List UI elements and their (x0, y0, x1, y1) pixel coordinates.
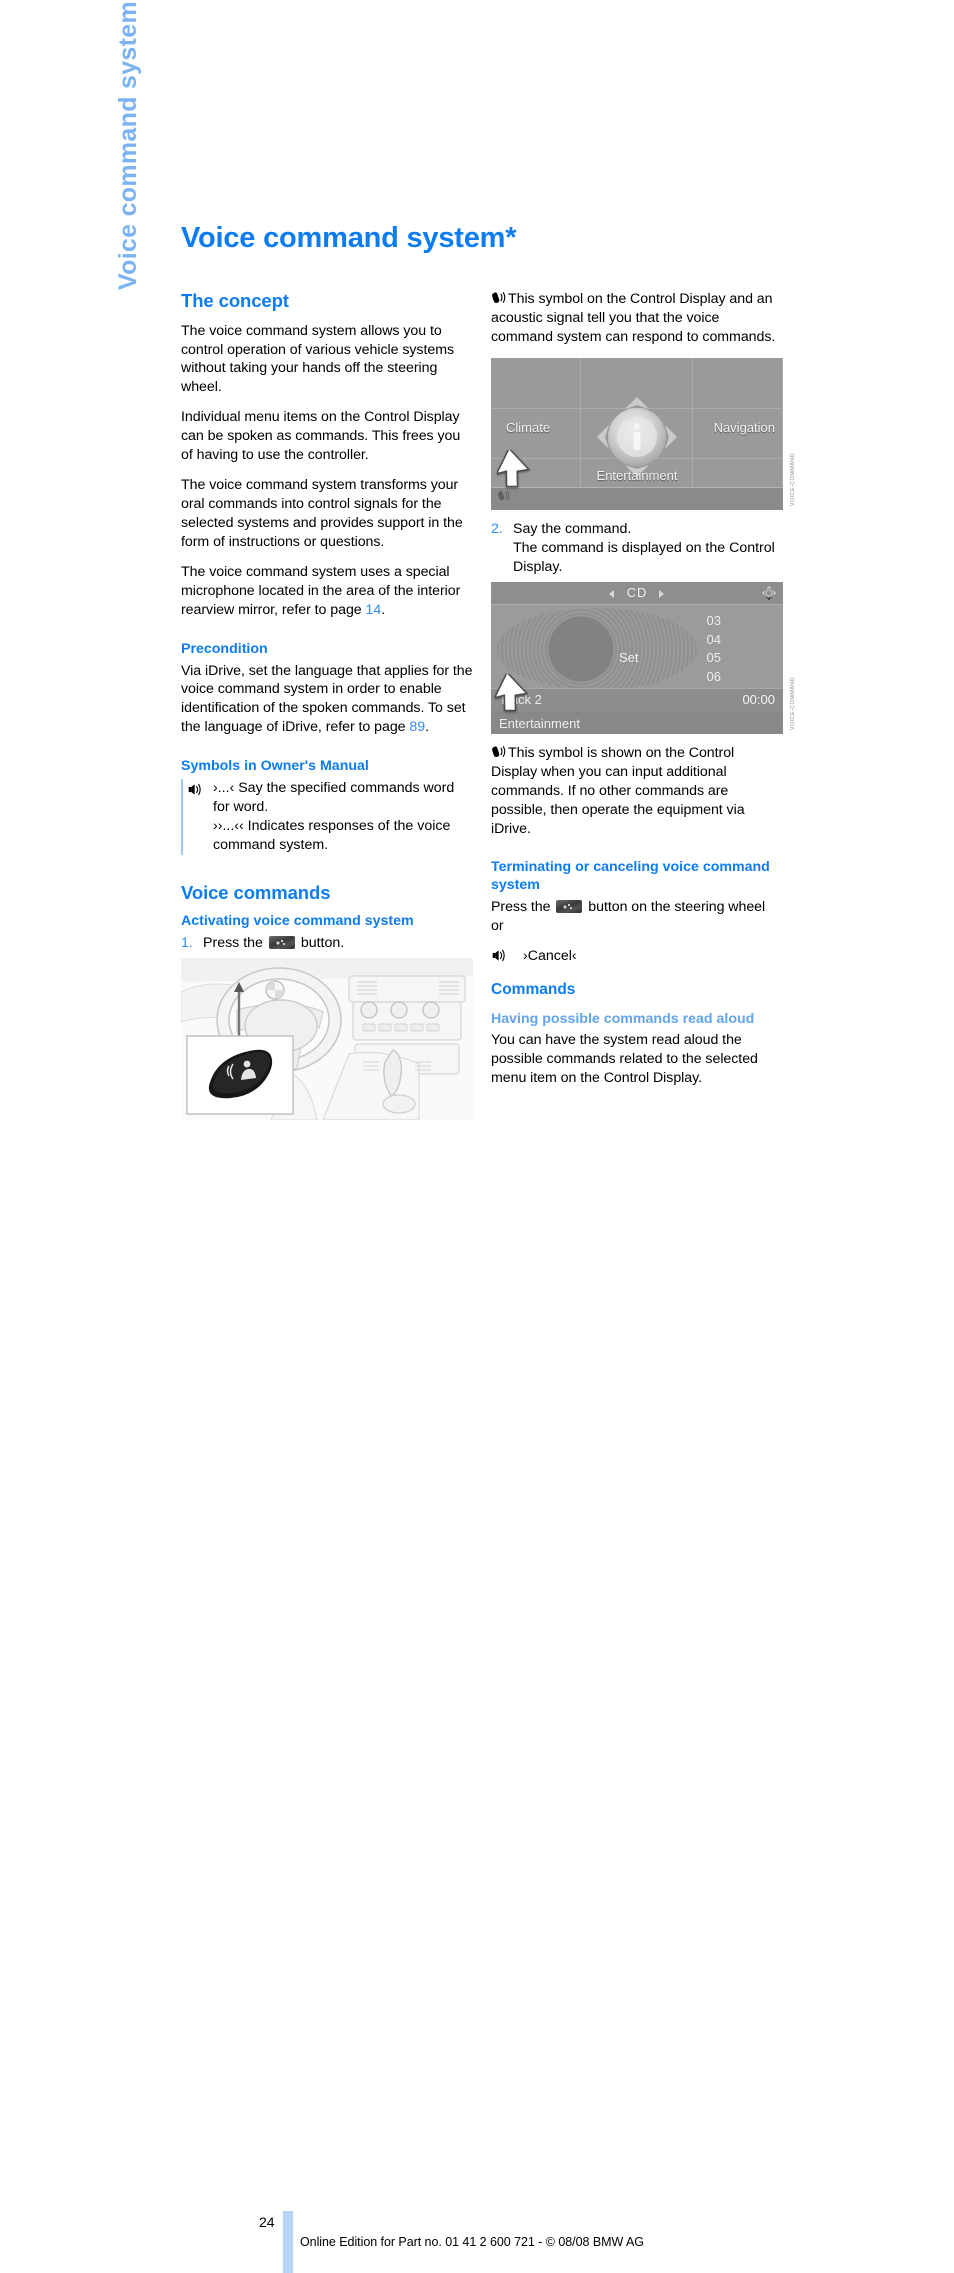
page-reference-14[interactable]: 14 (366, 602, 382, 618)
concept-paragraph-3: The voice command system transforms your… (181, 477, 463, 551)
step-1-text-before: Press the (203, 934, 267, 951)
idrive-screen: Climate Navigation Entertainment (491, 357, 783, 510)
terminating-or: or (491, 917, 504, 934)
section-heading-symbols-in-owners-manual: Symbols in Owner's Manual (181, 758, 369, 775)
precondition-paragraph: Via iDrive, set the language that applie… (181, 662, 473, 738)
step-1: 1. Press the button. (181, 934, 473, 953)
cancel-command-text: ›Cancel‹ (523, 947, 577, 964)
concept-paragraph-1: The voice command system allows you to c… (181, 322, 455, 396)
page-title: Voice command system* (181, 222, 517, 254)
cd-playback-figure: CD Set 03 04 05 06 Track 2 00:00 Enterta… (491, 581, 796, 734)
voice-button-icon (268, 935, 295, 949)
symbols-note-line-1: ›...‹ Say the specified commands word fo… (213, 779, 455, 815)
footer-accent-bar (283, 2211, 293, 2273)
step-2-line-1: Say the command. (513, 520, 632, 537)
step-2-line-2: The command is displayed on the Control … (513, 539, 775, 575)
step-1-text: Press the button. (203, 934, 473, 953)
step-2-text: Say the command. The command is displaye… (513, 520, 783, 577)
symbol-note-2: This symbol is shown on the Control Disp… (491, 744, 783, 839)
voice-button-icon (556, 899, 583, 913)
idrive-label-navigation[interactable]: Navigation (714, 420, 775, 435)
cd-previous-arrow-icon[interactable] (609, 589, 614, 598)
idrive-label-entertainment[interactable]: Entertainment (597, 468, 678, 483)
chapter-tab: Voice command system (114, 1, 142, 290)
cd-set-label: Set (619, 649, 639, 665)
cd-track-list: 03 04 05 06 (707, 612, 721, 687)
speak-symbol-icon (187, 781, 204, 798)
idrive-center-control (596, 396, 678, 478)
terminating-text-after: button on the steering wheel (584, 898, 766, 915)
figure-watermark-idrive: VOICE-COMMAND (790, 452, 796, 506)
step-2-number: 2. (491, 520, 503, 537)
terminating-text-before: Press the (491, 898, 555, 915)
mic-symbol-icon (491, 290, 506, 305)
cd-track-item[interactable]: 03 (707, 612, 721, 631)
cd-track-item[interactable]: 05 (707, 649, 721, 668)
step-2: 2. Say the command. The command is displ… (491, 520, 783, 577)
symbols-note-block: ›...‹ Say the specified commands word fo… (181, 778, 473, 855)
page-footer: 24 Online Edition for Part no. 01 41 2 6… (0, 1105, 954, 2273)
concept-paragraph-4: The voice command system uses a special … (181, 563, 473, 620)
left-column: The concept The voice command system all… (181, 290, 473, 1130)
cancel-glyph-container (491, 947, 521, 966)
manual-page: Voice command system Voice command syste… (0, 0, 954, 2273)
cd-next-arrow-icon[interactable] (659, 589, 664, 598)
speak-symbol-icon (491, 947, 508, 964)
cancel-command-block: ›Cancel‹ (491, 947, 783, 966)
cd-screen: CD Set 03 04 05 06 Track 2 00:00 Enterta… (491, 581, 783, 734)
idrive-main-menu-figure: Climate Navigation Entertainment VOICE-C… (491, 357, 796, 510)
step-1-number: 1. (181, 934, 193, 951)
figure-watermark-cd: VOICE-COMMAND (790, 676, 796, 730)
interior-illustration (181, 957, 473, 1120)
section-heading-precondition: Precondition (181, 640, 268, 657)
section-heading-commands: Commands (491, 980, 576, 998)
page-reference-89[interactable]: 89 (409, 719, 425, 735)
section-heading-terminating-or-canceling: Terminating or canceling voice command s… (491, 859, 770, 894)
symbol-note-1: This symbol on the Control Display and a… (491, 290, 783, 347)
section-heading-activating-voice-command-system: Activating voice command system (181, 913, 414, 930)
speak-symbol-icon-container (183, 779, 211, 855)
step-1-text-after: button. (296, 934, 345, 951)
cd-track-item[interactable]: 04 (707, 631, 721, 650)
cd-controller-icon (761, 585, 777, 601)
right-column: This symbol on the Control Display and a… (491, 290, 796, 1099)
idrive-label-climate[interactable]: Climate (506, 420, 550, 435)
cd-elapsed-time: 00:00 (742, 691, 775, 707)
cd-title: CD (626, 584, 648, 600)
section-heading-the-concept: The concept (181, 290, 289, 311)
steering-wheel-interior-figure (181, 957, 473, 1120)
page-number: 24 (259, 2214, 275, 2230)
symbols-note-line-2: ››...‹‹ Indicates responses of the voice… (213, 817, 451, 853)
idrive-status-bar (491, 486, 783, 510)
section-heading-voice-commands: Voice commands (181, 881, 331, 903)
concept-paragraph-4-text: The voice command system uses a special … (181, 564, 461, 618)
concept-paragraph-4-period: . (381, 601, 386, 618)
section-heading-having-possible-commands-read-aloud: Having possible commands read aloud (491, 1010, 755, 1027)
concept-paragraph-2: Individual menu items on the Control Dis… (181, 409, 461, 464)
cd-track-item[interactable]: 06 (707, 668, 721, 687)
symbol-note-1-text: This symbol on the Control Display and a… (491, 291, 776, 345)
footer-edition-text: Online Edition for Part no. 01 41 2 600 … (300, 2235, 644, 2249)
mic-symbol-icon (491, 744, 506, 759)
terminating-instruction: Press the button on the steering wheel (491, 898, 783, 917)
symbol-note-2-text: This symbol is shown on the Control Disp… (491, 744, 745, 837)
cd-bottom-label-entertainment: Entertainment (499, 715, 580, 731)
arrow-cursor-icon (495, 447, 531, 492)
precondition-period: . (425, 719, 429, 736)
arrow-cursor-icon (493, 671, 529, 716)
commands-read-aloud-paragraph: You can have the system read aloud the p… (491, 1032, 758, 1087)
symbols-note-text: ›...‹ Say the specified commands word fo… (211, 779, 473, 855)
